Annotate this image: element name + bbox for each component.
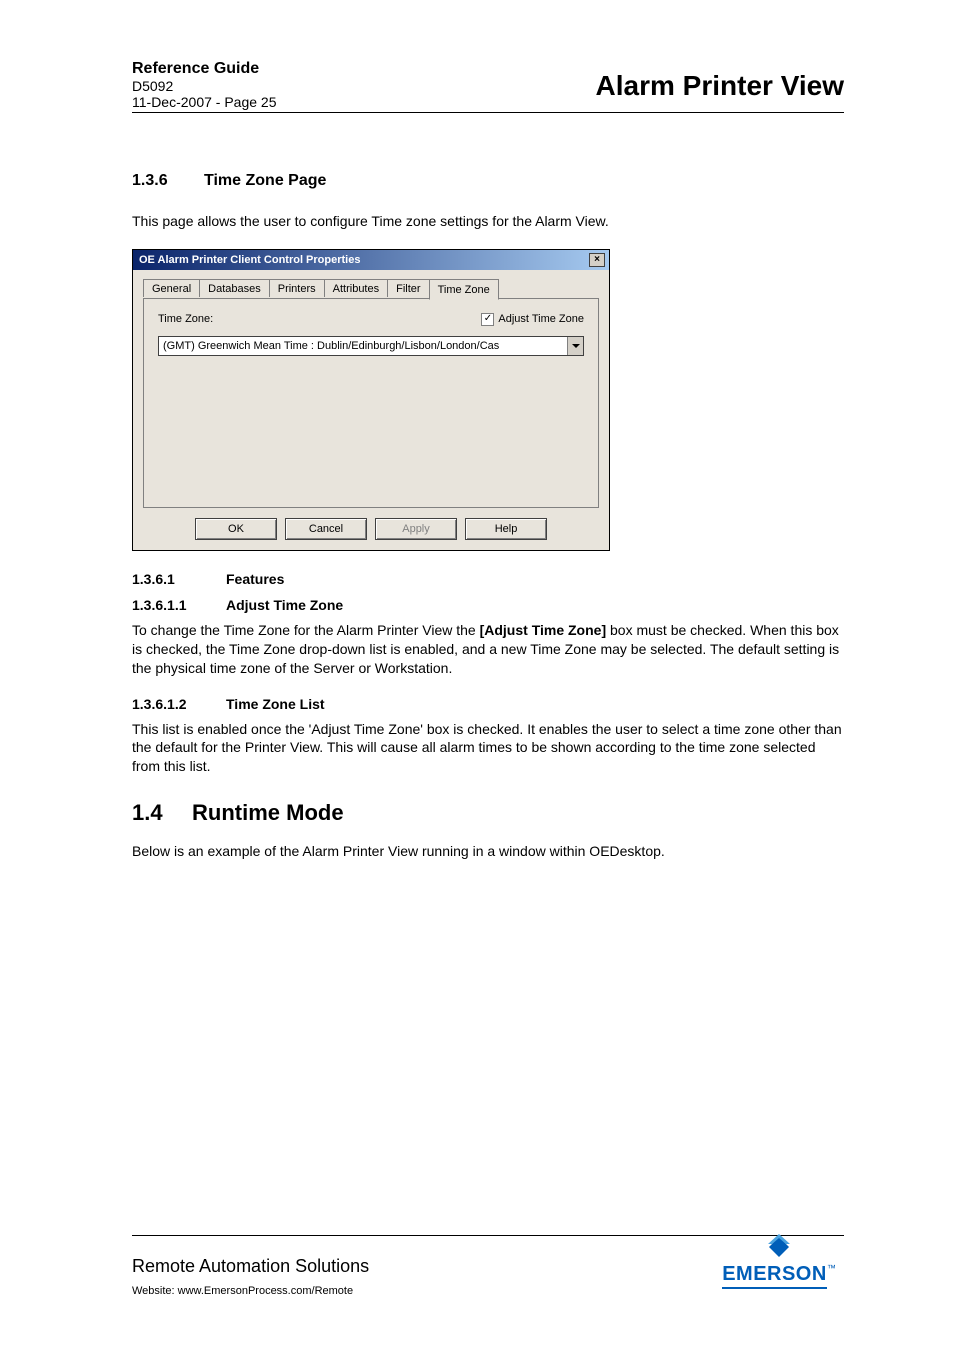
heading-number: 1.3.6.1.1 [132,597,226,613]
cancel-button[interactable]: Cancel [285,518,367,540]
dialog-title: OE Alarm Printer Client Control Properti… [139,254,360,266]
heading-number: 1.4 [132,800,192,826]
chevron-down-icon[interactable] [567,337,583,355]
tab-pane-timezone: Time Zone: ✓ Adjust Time Zone (GMT) Gree… [143,298,599,508]
paragraph: This list is enabled once the 'Adjust Ti… [132,720,844,777]
heading-number: 1.3.6.1.2 [132,696,226,712]
tab-printers[interactable]: Printers [269,279,325,297]
timezone-select-value: (GMT) Greenwich Mean Time : Dublin/Edinb… [159,340,567,352]
heading-text: Time Zone List [226,696,325,712]
checkbox-icon: ✓ [481,313,494,326]
header-rule [132,112,844,113]
heading-text: Time Zone Page [204,172,326,189]
heading-1-3-6-1-2: 1.3.6.1.2Time Zone List [132,696,844,712]
doc-title: Alarm Printer View [596,70,844,102]
apply-button[interactable]: Apply [375,518,457,540]
dialog-button-row: OK Cancel Apply Help [143,518,599,540]
paragraph: To change the Time Zone for the Alarm Pr… [132,621,844,678]
heading-1-4: 1.4Runtime Mode [132,800,844,826]
close-icon[interactable]: × [589,253,605,267]
heading-text: Runtime Mode [192,800,344,825]
adjust-timezone-label: Adjust Time Zone [498,313,584,325]
tab-databases[interactable]: Databases [199,279,270,297]
header-left: Reference Guide D5092 11-Dec-2007 - Page… [132,60,277,110]
tab-general[interactable]: General [143,279,200,297]
heading-number: 1.3.6 [132,172,204,190]
tab-attributes[interactable]: Attributes [324,279,388,297]
help-button[interactable]: Help [465,518,547,540]
emerson-logo: EMERSON™ [714,1233,844,1289]
heading-1-3-6-1: 1.3.6.1Features [132,571,844,587]
paragraph: This page allows the user to configure T… [132,212,844,231]
tab-filter[interactable]: Filter [387,279,429,297]
bold-reference: [Adjust Time Zone] [480,622,607,638]
ok-button[interactable]: OK [195,518,277,540]
guide-title: Reference Guide [132,60,277,78]
emerson-logo-icon [765,1233,793,1261]
tab-timezone[interactable]: Time Zone [429,279,499,300]
paragraph: Below is an example of the Alarm Printer… [132,842,844,861]
timezone-select[interactable]: (GMT) Greenwich Mean Time : Dublin/Edinb… [158,336,584,356]
footer-website: Website: www.EmersonProcess.com/Remote [132,1285,353,1297]
dialog-screenshot: OE Alarm Printer Client Control Properti… [132,249,844,551]
adjust-timezone-checkbox[interactable]: ✓ Adjust Time Zone [481,313,584,326]
tab-strip: GeneralDatabasesPrintersAttributesFilter… [143,278,599,298]
heading-1-3-6: 1.3.6Time Zone Page [132,172,844,190]
heading-1-3-6-1-1: 1.3.6.1.1Adjust Time Zone [132,597,844,613]
doc-number: D5092 [132,78,277,94]
dialog-titlebar: OE Alarm Printer Client Control Properti… [133,250,609,270]
heading-number: 1.3.6.1 [132,571,226,587]
heading-text: Adjust Time Zone [226,597,343,613]
timezone-label: Time Zone: [158,313,213,325]
page-info: 11-Dec-2007 - Page 25 [132,94,277,110]
trademark-symbol: ™ [827,1263,836,1273]
footer-company: Remote Automation Solutions [132,1256,369,1277]
properties-dialog: OE Alarm Printer Client Control Properti… [132,249,610,551]
emerson-logo-text: EMERSON [722,1263,827,1289]
heading-text: Features [226,571,284,587]
